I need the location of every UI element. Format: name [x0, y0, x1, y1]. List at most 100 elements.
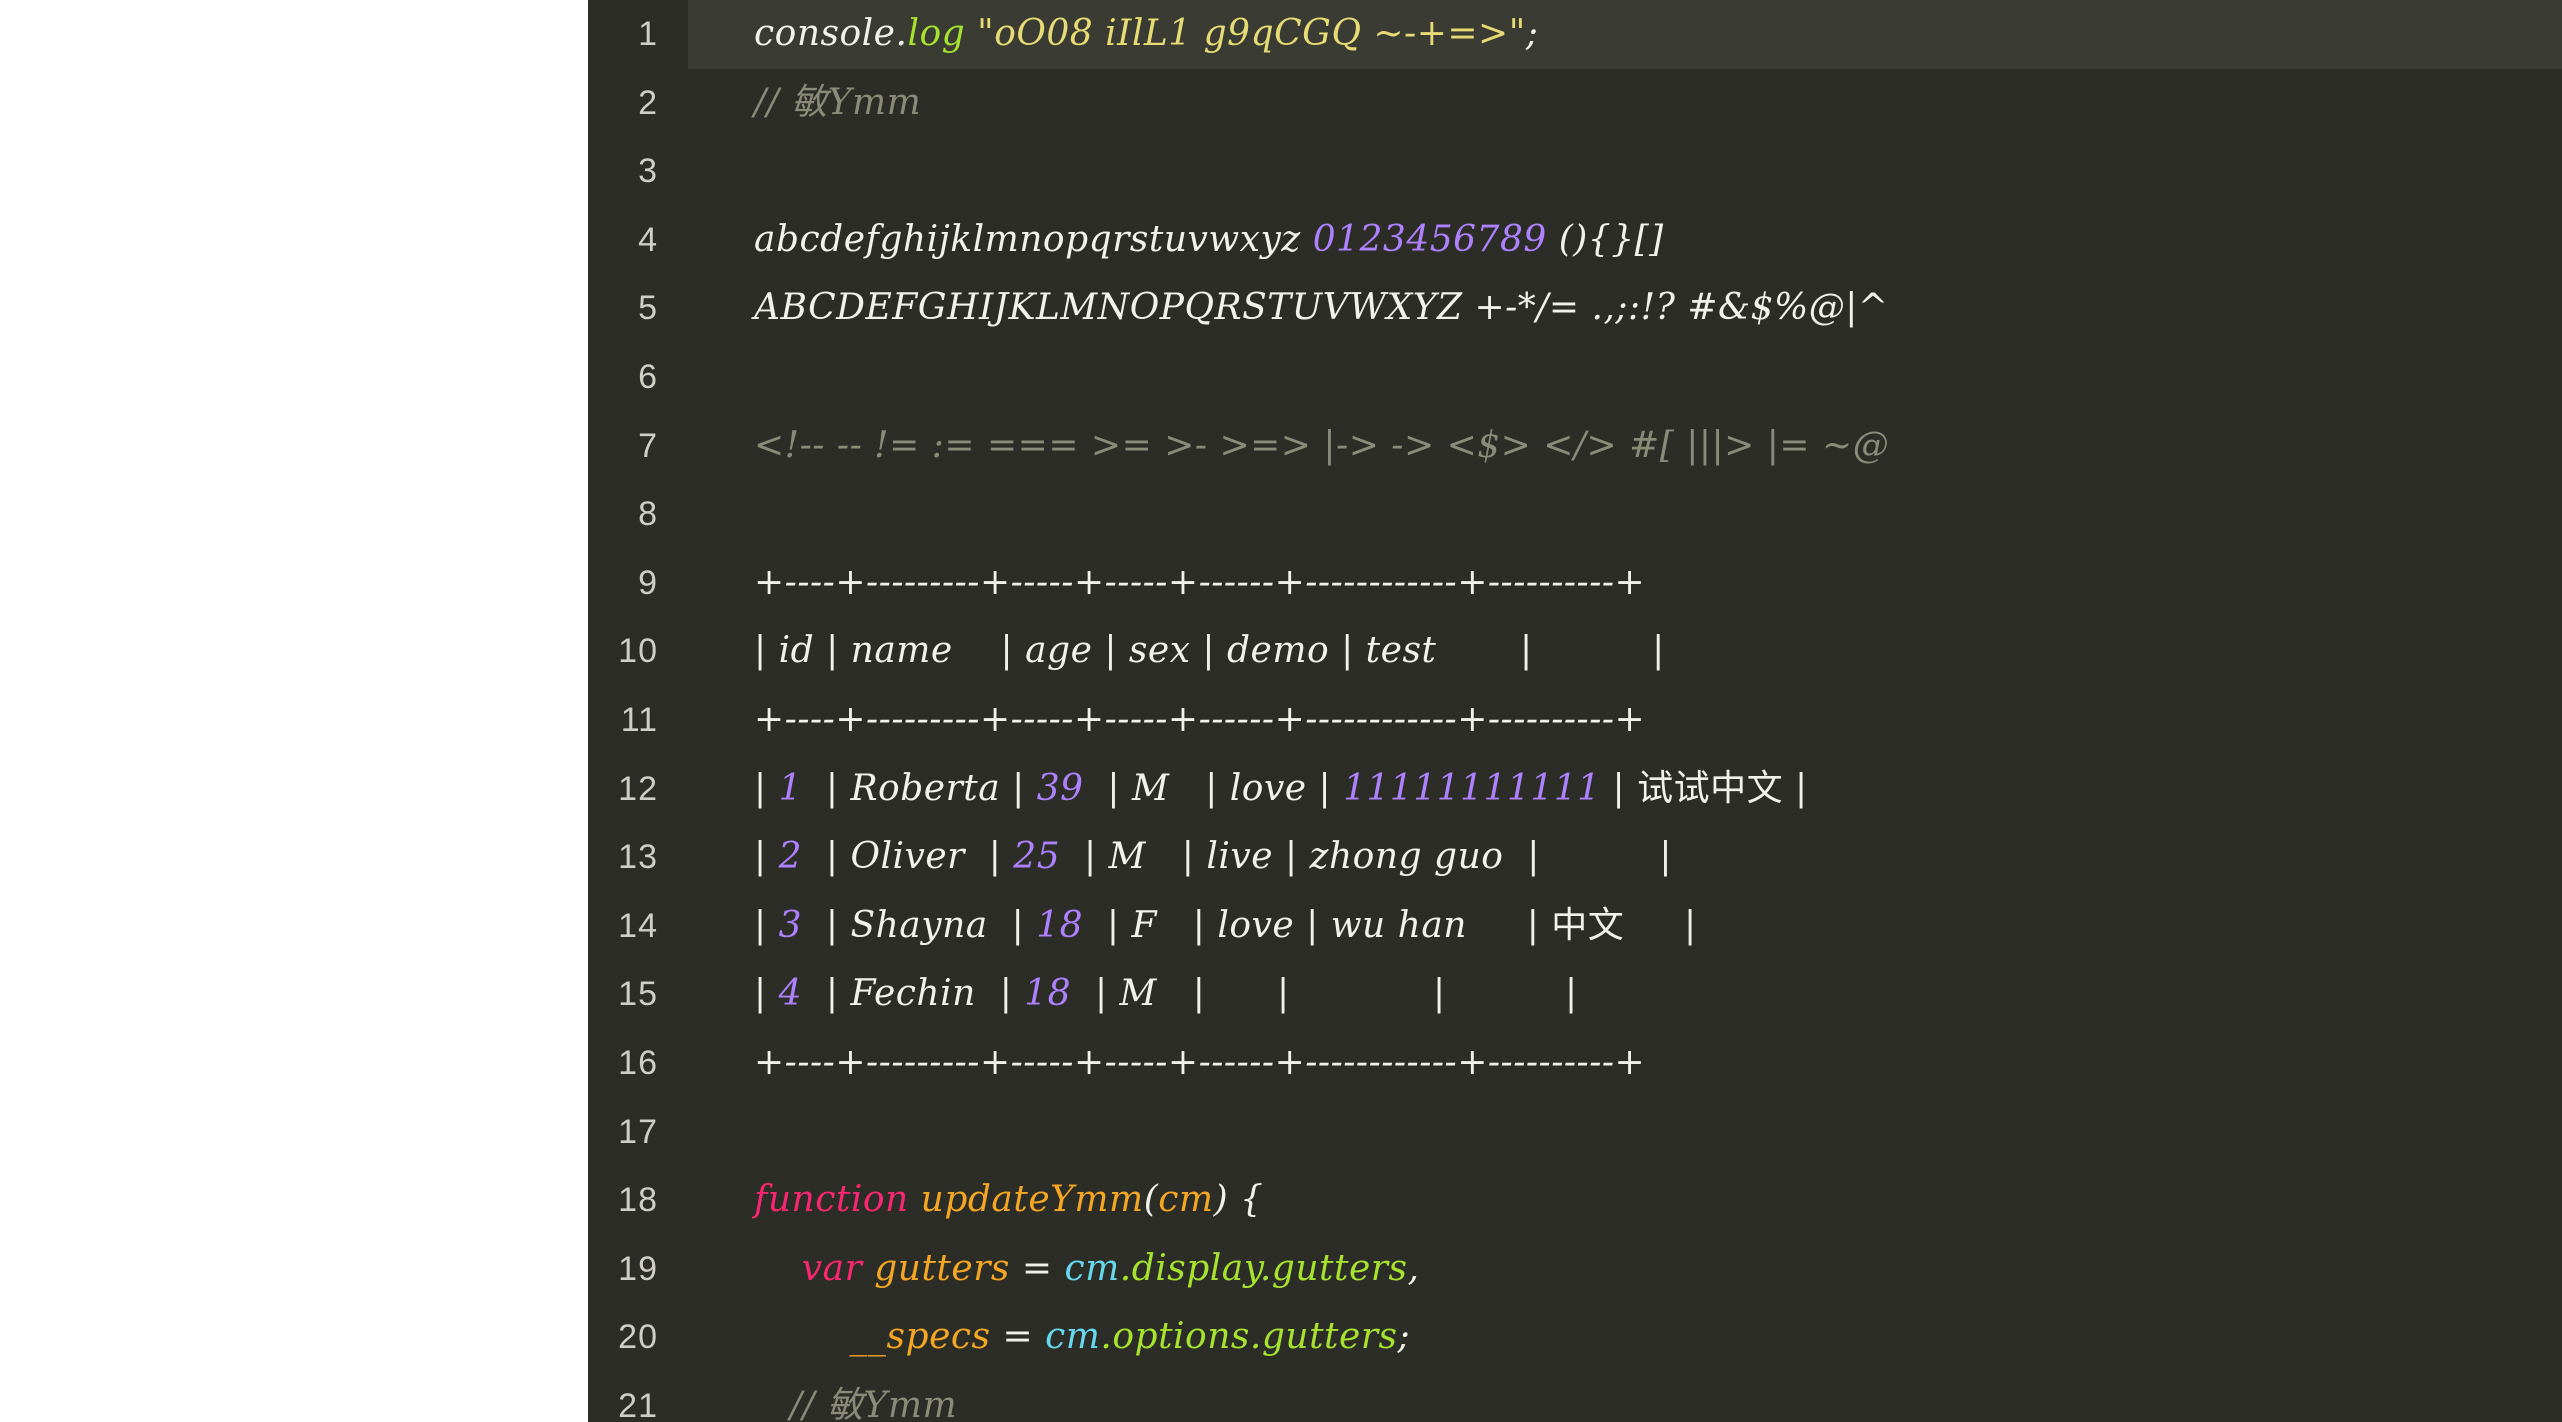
token-string: "oO08 iIlL1 g9qCGQ ~-+=>": [977, 13, 1526, 54]
token-comment: //: [754, 81, 792, 123]
code-line-content[interactable]: <!-- -- != := === >= >- >=> |-> -> <$> <…: [688, 412, 2562, 481]
token-prop: gutters: [1271, 1247, 1408, 1289]
token-num: 4: [778, 973, 802, 1015]
code-line-content[interactable]: [688, 343, 2562, 412]
line-number[interactable]: 21: [588, 1372, 688, 1422]
code-line[interactable]: 13 | 2 | Oliver | 25 | M | live | zhong g…: [588, 823, 2562, 892]
token-var: cm: [1045, 1316, 1101, 1358]
token-prop: display: [1131, 1247, 1260, 1289]
code-line[interactable]: 1 console.log "oO08 iIlL1 g9qCGQ ~-+=>";: [588, 0, 2562, 69]
line-number[interactable]: 15: [588, 960, 688, 1029]
token-num: 11111111111: [1343, 767, 1601, 809]
code-line-content[interactable]: | id | name | age | sex | demo | test | …: [688, 617, 2562, 686]
code-line-content[interactable]: | 2 | Oliver | 25 | M | live | zhong guo…: [688, 823, 2562, 892]
token-num: 0123456789: [1312, 218, 1547, 260]
code-line[interactable]: 21 // 敏Ymm: [588, 1372, 2562, 1422]
code-line[interactable]: 18 function updateYmm(cm) {: [588, 1166, 2562, 1235]
code-line-content[interactable]: ABCDEFGHIJKLMNOPQRSTUVWXYZ +-*/= .,;:!? …: [688, 274, 2562, 343]
line-number[interactable]: 12: [588, 755, 688, 824]
line-number[interactable]: 7: [588, 412, 688, 481]
code-line[interactable]: 3: [588, 137, 2562, 206]
code-line-content[interactable]: | 3 | Shayna | 18 | F | love | wu han | …: [688, 892, 2562, 961]
line-number[interactable]: 2: [588, 69, 688, 138]
code-line-content[interactable]: +----+---------+-----+-----+------+-----…: [688, 549, 2562, 618]
token-num: 1: [778, 767, 802, 809]
code-line-content[interactable]: abcdefghijklmnopqrstuvwxyz 0123456789 ()…: [688, 206, 2562, 275]
line-number[interactable]: 10: [588, 617, 688, 686]
token-func: updateYmm: [920, 1179, 1144, 1221]
code-line[interactable]: 5 ABCDEFGHIJKLMNOPQRSTUVWXYZ +-*/= .,;:!?…: [588, 274, 2562, 343]
line-number[interactable]: 8: [588, 480, 688, 549]
code-line[interactable]: 2// 敏Ymm: [588, 69, 2562, 138]
line-number[interactable]: 14: [588, 892, 688, 961]
code-line-content[interactable]: var gutters = cm.display.gutters,: [688, 1235, 2562, 1304]
line-number[interactable]: 3: [588, 137, 688, 206]
line-number[interactable]: 4: [588, 206, 688, 275]
token-plain: | Fechin |: [801, 973, 1025, 1015]
code-line[interactable]: 8: [588, 480, 2562, 549]
code-line-content[interactable]: function updateYmm(cm) {: [688, 1166, 2562, 1235]
token-plain: console: [754, 13, 896, 54]
token-plain: | F | love | wu han |: [1083, 904, 1552, 946]
line-number[interactable]: 13: [588, 823, 688, 892]
code-line[interactable]: 19 var gutters = cm.display.gutters,: [588, 1235, 2562, 1304]
code-line-content[interactable]: [688, 480, 2562, 549]
line-number[interactable]: 16: [588, 1029, 688, 1098]
code-line[interactable]: 16 +----+---------+-----+-----+------+---…: [588, 1029, 2562, 1098]
code-editor[interactable]: 1 console.log "oO08 iIlL1 g9qCGQ ~-+=>"; 2…: [588, 0, 2562, 1422]
line-number[interactable]: 9: [588, 549, 688, 618]
token-plain: |: [754, 836, 779, 878]
token-plain: | Oliver |: [801, 836, 1014, 878]
line-number[interactable]: 19: [588, 1235, 688, 1304]
line-number[interactable]: 5: [588, 274, 688, 343]
code-line-content[interactable]: +----+---------+-----+-----+------+-----…: [688, 686, 2562, 755]
code-line-content[interactable]: [688, 137, 2562, 206]
line-number[interactable]: 1: [588, 0, 688, 69]
token-plain: ABCDEFGHIJKLMNOPQRSTUVWXYZ +-*/= .,;:!? …: [754, 287, 1889, 329]
code-line[interactable]: 6: [588, 343, 2562, 412]
code-line[interactable]: 9 +----+---------+-----+-----+------+----…: [588, 549, 2562, 618]
line-number[interactable]: 11: [588, 686, 688, 755]
code-line-content[interactable]: __specs = cm.options.gutters;: [688, 1303, 2562, 1372]
line-number[interactable]: 18: [588, 1166, 688, 1235]
code-line-content[interactable]: | 1 | Roberta | 39 | M | love | 11111111…: [688, 755, 2562, 824]
token-punct: ;: [1397, 1316, 1411, 1358]
token-num: 18: [1024, 973, 1072, 1015]
code-line-content[interactable]: // 敏Ymm: [688, 1372, 2562, 1422]
token-cjk: 中文: [1551, 904, 1625, 946]
code-line[interactable]: 20 __specs = cm.options.gutters;: [588, 1303, 2562, 1372]
token-punct: .: [895, 13, 908, 54]
token-plain: |: [1624, 904, 1697, 946]
token-plain: | Shayna |: [801, 904, 1037, 946]
code-line[interactable]: 17: [588, 1098, 2562, 1167]
token-plain: +----+---------+-----+-----+------+-----…: [754, 561, 1646, 603]
token-plain: |: [1783, 767, 1808, 809]
token-comment-cjk: 敏: [827, 1384, 864, 1422]
code-line-content[interactable]: +----+---------+-----+-----+------+-----…: [688, 1029, 2562, 1098]
token-plain: | M | | | |: [1071, 973, 1578, 1015]
code-line[interactable]: 11 +----+---------+-----+-----+------+---…: [588, 686, 2562, 755]
token-punct: ) {: [1213, 1179, 1264, 1221]
code-line[interactable]: 4 abcdefghijklmnopqrstuvwxyz 0123456789 (…: [588, 206, 2562, 275]
token-num: 25: [1013, 836, 1061, 878]
token-punct: =: [1009, 1247, 1065, 1289]
token-comment: //: [754, 1384, 828, 1422]
token-prop: .: [1249, 1316, 1262, 1358]
line-number[interactable]: 17: [588, 1098, 688, 1167]
code-line-content[interactable]: | 4 | Fechin | 18 | M | | | |: [688, 960, 2562, 1029]
token-comment-cjk: 敏: [791, 81, 828, 123]
code-line[interactable]: 12 | 1 | Roberta | 39 | M | love | 111111…: [588, 755, 2562, 824]
line-number[interactable]: 20: [588, 1303, 688, 1372]
code-line[interactable]: 15 | 4 | Fechin | 18 | M | | | |: [588, 960, 2562, 1029]
token-prop: .: [1119, 1247, 1132, 1289]
code-line[interactable]: 7 <!-- -- != := === >= >- >=> |-> -> <$> …: [588, 412, 2562, 481]
code-line-content[interactable]: [688, 1098, 2562, 1167]
code-line[interactable]: 10 | id | name | age | sex | demo | test …: [588, 617, 2562, 686]
token-prop: options: [1112, 1316, 1250, 1358]
token-prop: .: [1100, 1316, 1113, 1358]
line-number[interactable]: 6: [588, 343, 688, 412]
code-line[interactable]: 14 | 3 | Shayna | 18 | F | love | wu han …: [588, 892, 2562, 961]
code-line-content[interactable]: console.log "oO08 iIlL1 g9qCGQ ~-+=>";: [688, 0, 2562, 69]
code-line-content[interactable]: // 敏Ymm: [688, 69, 2562, 138]
